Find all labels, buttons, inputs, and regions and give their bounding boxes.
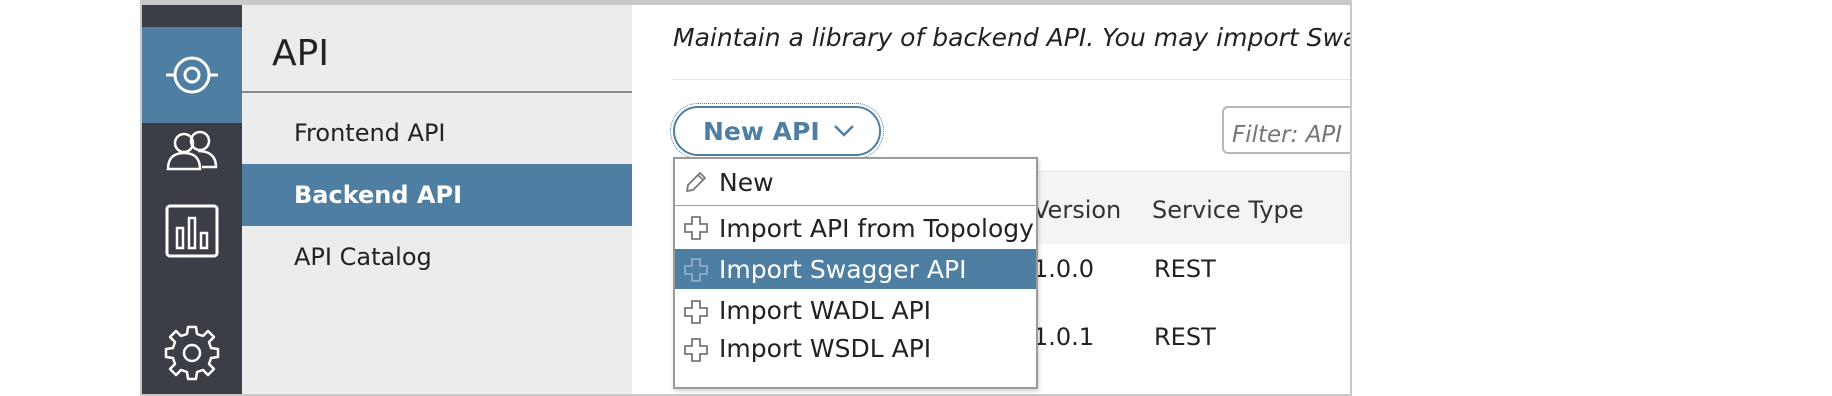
main-content: Maintain a library of backend API. You m… — [632, 5, 1352, 394]
plus-icon — [684, 338, 708, 362]
plus-icon — [684, 258, 708, 282]
subnav-item-api-catalog[interactable]: API Catalog — [242, 226, 632, 288]
bar-chart-icon — [165, 204, 219, 258]
menu-divider — [675, 205, 1036, 206]
menu-item-import-topology[interactable]: Import API from Topology — [675, 207, 1036, 249]
menu-item-label: Import WADL API — [719, 295, 932, 325]
new-api-label: New API — [703, 116, 820, 146]
table-cell-version: 1.0.1 — [1033, 323, 1095, 351]
section-title: API — [272, 33, 329, 74]
secondary-nav: API Frontend API Backend API API Catalog — [242, 5, 633, 394]
section-divider — [242, 91, 632, 93]
menu-item-label: Import WSDL API — [719, 333, 932, 363]
subnav-item-backend-api[interactable]: Backend API — [242, 164, 632, 226]
chevron-down-icon — [834, 125, 854, 137]
menu-item-label: New — [719, 167, 774, 197]
app-window: API Frontend API Backend API API Catalog… — [140, 0, 1352, 396]
rail-item-analytics[interactable] — [142, 183, 242, 279]
new-api-dropdown-menu: New Import API from Topology Import Swag… — [673, 157, 1038, 389]
subnav-item-frontend-api[interactable]: Frontend API — [242, 102, 632, 164]
pencil-icon — [686, 172, 706, 192]
menu-item-import-wsdl[interactable]: Import WSDL API — [675, 329, 1036, 367]
icon-rail — [142, 5, 242, 394]
table-cell-version: 1.0.0 — [1033, 255, 1095, 283]
menu-item-import-wadl[interactable]: Import WADL API — [675, 291, 1036, 329]
table-cell-service-type: REST — [1154, 255, 1216, 283]
gear-icon — [164, 325, 220, 381]
menu-item-label: Import Swagger API — [719, 254, 967, 284]
table-cell-service-type: REST — [1154, 323, 1216, 351]
rail-item-settings[interactable] — [142, 305, 242, 394]
description-divider — [673, 79, 1350, 80]
column-header-service-type[interactable]: Service Type — [1152, 196, 1303, 224]
target-icon — [166, 56, 218, 94]
page-description: Maintain a library of backend API. You m… — [673, 23, 1352, 52]
plus-icon — [684, 216, 708, 240]
menu-item-label: Import API from Topology — [719, 213, 1034, 243]
column-header-version[interactable]: Version — [1033, 196, 1121, 224]
menu-item-import-swagger[interactable]: Import Swagger API — [675, 249, 1036, 289]
filter-input[interactable] — [1222, 106, 1350, 154]
new-api-button[interactable]: New API — [670, 103, 884, 159]
users-icon — [166, 130, 218, 171]
plus-icon — [684, 300, 708, 324]
menu-item-new[interactable]: New — [675, 161, 1036, 203]
